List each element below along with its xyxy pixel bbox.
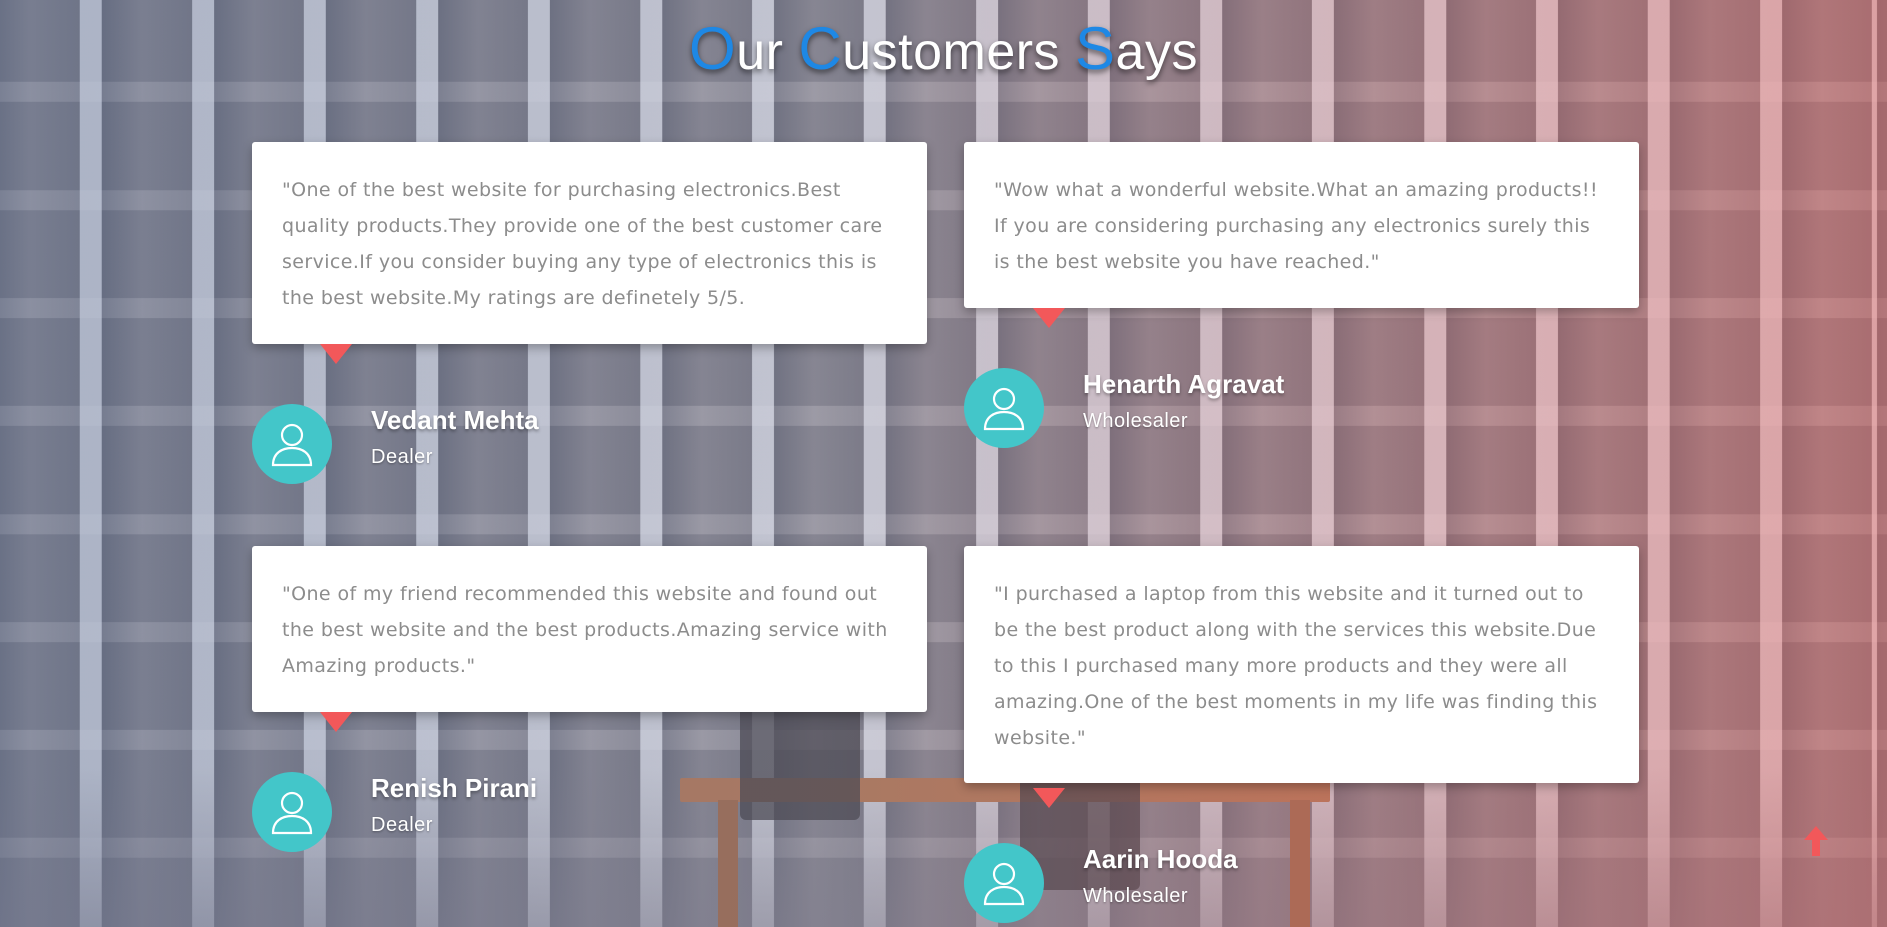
testimonial-quote: "I purchased a laptop from this website … (994, 583, 1598, 749)
customer-name: Renish Pirani (371, 773, 538, 803)
section-title: Our Customers Says (0, 14, 1887, 83)
testimonial-card: "One of my friend recommended this websi… (252, 546, 927, 712)
customer-name: Henarth Agravat (1083, 369, 1285, 399)
scroll-to-top-button[interactable] (1802, 824, 1830, 858)
customer-role: Wholesaler (1083, 410, 1189, 432)
customer-role: Wholesaler (1083, 885, 1189, 907)
customer-role: Dealer (371, 814, 433, 836)
card-pointer (320, 712, 352, 732)
user-outline-icon (983, 387, 1025, 431)
testimonial-card: "I purchased a laptop from this website … (964, 546, 1639, 783)
avatar (252, 404, 332, 484)
card-pointer (1033, 308, 1065, 328)
card-pointer (1033, 788, 1065, 808)
title-initial: S (1075, 15, 1116, 82)
title-text: ustomers (842, 23, 1076, 81)
title-initial: C (798, 15, 843, 82)
card-pointer (320, 344, 352, 364)
avatar (252, 772, 332, 852)
arrow-up-icon (1804, 826, 1828, 856)
user-outline-icon (271, 791, 313, 835)
customer-name: Aarin Hooda (1083, 844, 1238, 874)
title-text: ur (736, 23, 799, 81)
avatar (964, 843, 1044, 923)
testimonial-quote: "One of my friend recommended this websi… (282, 583, 888, 677)
testimonial-quote: "Wow what a wonderful website.What an am… (994, 179, 1598, 273)
customer-role: Dealer (371, 446, 433, 468)
user-outline-icon (983, 862, 1025, 906)
title-text: ays (1115, 23, 1198, 81)
title-initial: O (689, 15, 737, 82)
testimonial-quote: "One of the best website for purchasing … (282, 179, 883, 309)
testimonial-card: "One of the best website for purchasing … (252, 142, 927, 344)
avatar (964, 368, 1044, 448)
user-outline-icon (271, 423, 313, 467)
customer-name: Vedant Mehta (371, 405, 539, 435)
testimonial-card: "Wow what a wonderful website.What an am… (964, 142, 1639, 308)
